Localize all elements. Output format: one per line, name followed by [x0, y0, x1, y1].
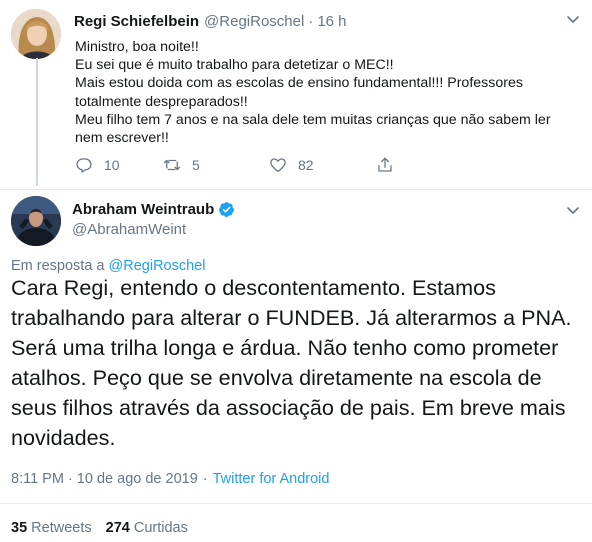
tweet-line: Mais estou doida com as escolas de ensin… [75, 75, 523, 110]
tweet-line: Meu filho tem 7 anos e na sala dele tem … [75, 111, 551, 147]
retweets-label: Retweets [31, 520, 92, 536]
tweet-source[interactable]: Twitter for Android [213, 471, 330, 487]
retweets-stat[interactable]: 35 Retweets [11, 520, 92, 536]
chevron-down-icon[interactable] [566, 206, 580, 216]
retweet-button[interactable]: 5 [163, 156, 200, 174]
tweet-stats: 35 Retweets 274 Curtidas [11, 520, 188, 536]
retweet-count: 5 [192, 157, 200, 173]
likes-stat[interactable]: 274 Curtidas [106, 520, 188, 536]
tweet-actions: 10 5 82 [75, 156, 435, 178]
meta-separator: · [202, 471, 208, 487]
tweet-time[interactable]: 16 h [317, 13, 346, 30]
avatar-abraham[interactable] [11, 196, 61, 246]
reply-button[interactable]: 10 [75, 156, 120, 174]
avatar-regi[interactable] [11, 9, 61, 59]
reply-tweet[interactable]: Regi Schiefelbein @RegiRoschel · 16 h Minis… [0, 0, 592, 189]
reply-to-link[interactable]: @RegiRoschel [109, 258, 206, 274]
tweet-line: Eu sei que é muito trabalho para detetiz… [75, 57, 394, 74]
share-button[interactable] [376, 156, 405, 174]
likes-label: Curtidas [133, 520, 188, 536]
tweet-divider [0, 189, 592, 190]
retweets-count: 35 [11, 520, 28, 536]
reply-count: 10 [104, 157, 120, 173]
main-author-handle[interactable]: @AbrahamWeint [72, 221, 186, 238]
verified-badge-icon [219, 202, 235, 217]
like-icon [270, 158, 286, 173]
reply-icon [76, 158, 92, 173]
reply-context: Em resposta a @RegiRoschel [11, 258, 205, 274]
header-separator: · [308, 13, 314, 30]
chevron-down-icon[interactable] [566, 15, 580, 25]
tweet-timestamp[interactable]: 8:11 PM · 10 de ago de 2019 [11, 471, 198, 487]
likes-count: 274 [105, 520, 130, 536]
meta-divider [0, 503, 592, 504]
reply-to-prefix: Em resposta a [11, 258, 105, 274]
main-author-name-row: Abraham Weintraub [72, 201, 235, 218]
retweet-icon [163, 159, 181, 171]
like-button[interactable]: 82 [269, 156, 314, 174]
author-handle[interactable]: @RegiRoschel [204, 13, 304, 30]
reply-tweet-text: Ministro, boa noite!! Eu sei que é muito… [75, 38, 580, 147]
share-icon [378, 157, 392, 172]
reply-tweet-header: Regi Schiefelbein @RegiRoschel · 16 h [74, 13, 347, 30]
thread-line [36, 58, 38, 186]
author-name[interactable]: Regi Schiefelbein [74, 13, 199, 30]
main-author-name[interactable]: Abraham Weintraub [72, 201, 214, 218]
tweet-meta: 8:11 PM · 10 de ago de 2019 · Twitter for … [11, 471, 329, 487]
like-count: 82 [298, 157, 314, 173]
tweet-line: Ministro, boa noite!! [75, 39, 199, 55]
main-tweet-text: Cara Regi, entendo o descontentamento. E… [11, 275, 572, 450]
